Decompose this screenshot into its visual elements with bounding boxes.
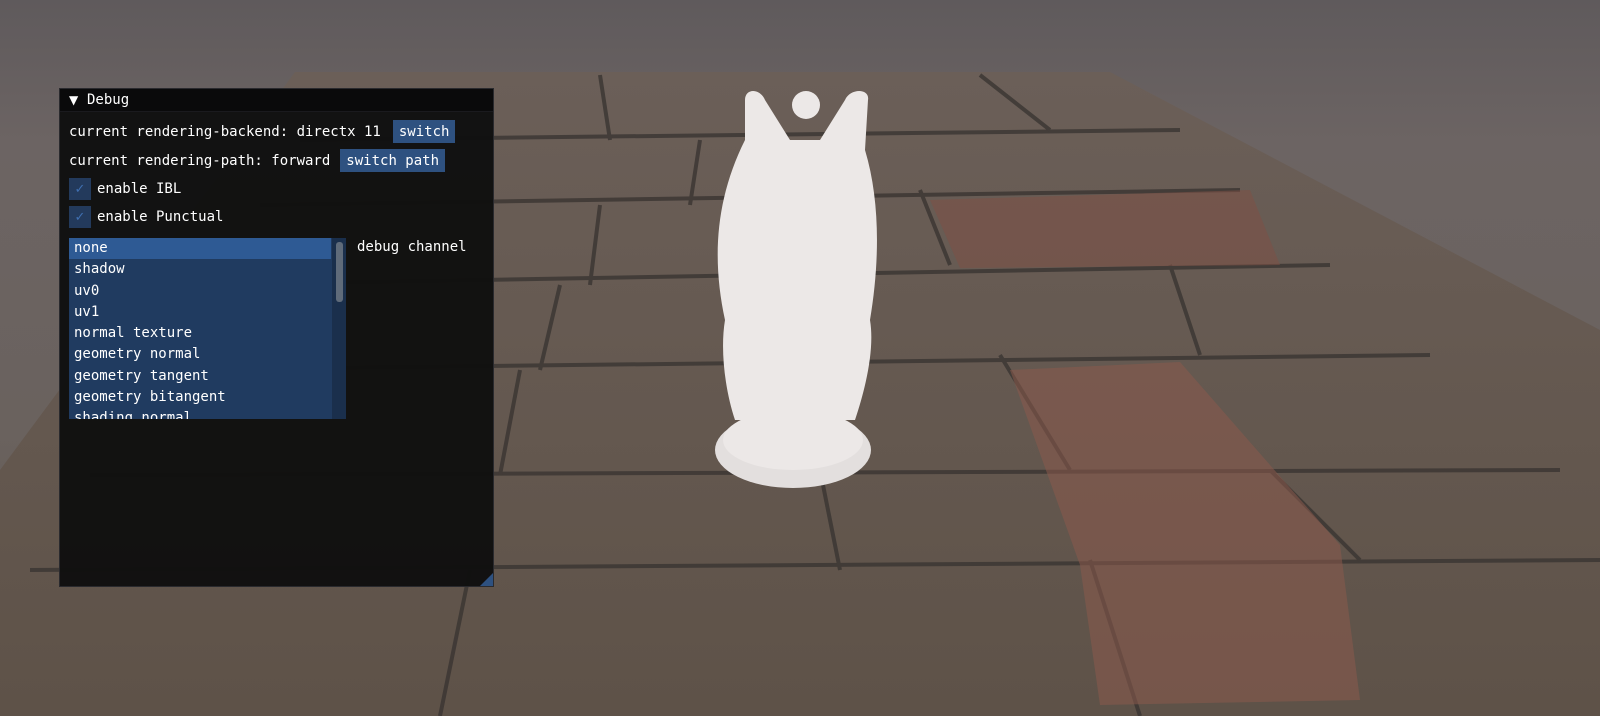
- checkmark-icon: ✓: [74, 209, 86, 225]
- scrollbar-thumb[interactable]: [336, 242, 343, 302]
- listbox-scrollbar[interactable]: [332, 238, 346, 419]
- list-item[interactable]: geometry normal: [69, 344, 331, 365]
- list-item[interactable]: none: [69, 238, 331, 260]
- list-item[interactable]: shading normal: [69, 408, 331, 419]
- enable-punctual-label: enable Punctual: [97, 209, 224, 225]
- backend-row: current rendering-backend: directx 11 sw…: [69, 120, 456, 143]
- resize-grip-icon[interactable]: [480, 573, 493, 586]
- enable-punctual-checkbox[interactable]: ✓: [69, 206, 91, 228]
- debug-channel-list: none shadow uv0 uv1 normal texture geome…: [69, 238, 331, 419]
- enable-ibl-label: enable IBL: [97, 181, 182, 197]
- window-title: Debug: [87, 92, 130, 108]
- enable-ibl-checkbox[interactable]: ✓: [69, 178, 91, 200]
- path-label: current rendering-path: forward: [69, 152, 331, 169]
- triangle-down-icon[interactable]: ▼: [69, 93, 87, 107]
- debug-window[interactable]: ▼ Debug current rendering-backend: direc…: [59, 88, 494, 587]
- debug-channel-listbox[interactable]: none shadow uv0 uv1 normal texture geome…: [69, 238, 346, 419]
- list-item[interactable]: shadow: [69, 259, 331, 280]
- debug-channel-label: debug channel: [357, 239, 467, 255]
- list-item[interactable]: normal texture: [69, 323, 331, 344]
- list-item[interactable]: geometry bitangent: [69, 387, 331, 408]
- backend-label: current rendering-backend: directx 11: [69, 123, 381, 140]
- enable-punctual-row[interactable]: ✓ enable Punctual: [69, 206, 223, 228]
- path-row: current rendering-path: forward switch p…: [69, 149, 446, 172]
- list-item[interactable]: uv1: [69, 302, 331, 323]
- switch-path-button[interactable]: switch path: [340, 149, 446, 172]
- switch-backend-button[interactable]: switch: [392, 120, 456, 143]
- enable-ibl-row[interactable]: ✓ enable IBL: [69, 178, 181, 200]
- debug-window-titlebar[interactable]: ▼ Debug: [60, 89, 493, 112]
- list-item[interactable]: uv0: [69, 281, 331, 302]
- list-item[interactable]: geometry tangent: [69, 366, 331, 387]
- checkmark-icon: ✓: [74, 181, 86, 197]
